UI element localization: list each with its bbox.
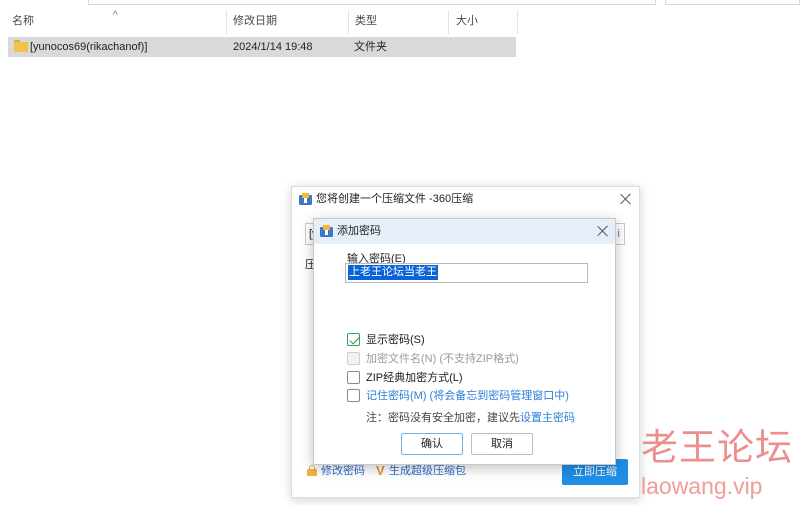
compress-dialog-titlebar[interactable]: 您将创建一个压缩文件 -360压缩 [292, 187, 639, 213]
sort-ascending-icon: ^ [113, 10, 118, 21]
checkbox-icon[interactable] [347, 389, 360, 402]
add-password-dialog: 添加密码 输入密码(E) 上老王论坛当老王 显示密码(S) 加密文件名(N) (… [313, 218, 616, 465]
column-divider[interactable] [517, 10, 518, 34]
zip-classic-label: ZIP经典加密方式(L) [366, 372, 463, 384]
search-box-edge [665, 0, 800, 5]
add-password-title: 添加密码 [337, 225, 381, 237]
file-type: 文件夹 [354, 41, 387, 53]
folder-icon [14, 40, 28, 52]
column-divider[interactable] [226, 10, 227, 34]
table-row[interactable]: [yunocos69(rikachanof)] 2024/1/14 19:48 … [8, 37, 516, 57]
app-icon [320, 225, 333, 237]
toolbar-remnant [0, 0, 800, 6]
lock-icon [307, 465, 317, 476]
browse-button[interactable]: i [618, 224, 620, 244]
checkbox-icon [347, 352, 360, 365]
security-note-text: 注：密码没有安全加密，建议先 [366, 412, 520, 424]
file-modified: 2024/1/14 19:48 [233, 41, 313, 53]
modify-password-link[interactable]: 修改密码 [321, 464, 365, 478]
close-icon[interactable] [595, 223, 611, 239]
column-size[interactable]: 大小 [456, 8, 478, 34]
app-icon [299, 193, 312, 205]
watermark-url: laowang.vip [641, 473, 763, 499]
password-input[interactable]: 上老王论坛当老王 [345, 263, 588, 283]
column-modified[interactable]: 修改日期 [233, 8, 277, 34]
security-note: 注：密码没有安全加密，建议先设置主密码 [366, 409, 575, 425]
file-name: [yunocos69(rikachanof)] [30, 41, 148, 53]
cancel-button[interactable]: 取消 [471, 433, 533, 455]
show-password-label: 显示密码(S) [366, 334, 425, 346]
column-divider[interactable] [448, 10, 449, 34]
column-type[interactable]: 类型 [355, 8, 377, 34]
compress-dialog-title: 您将创建一个压缩文件 -360压缩 [316, 193, 474, 205]
checkbox-icon[interactable] [347, 371, 360, 384]
column-name[interactable]: 名称 [12, 8, 34, 34]
encrypt-filenames-label: 加密文件名(N) (不支持ZIP格式) [366, 353, 519, 365]
super-package-link[interactable]: 生成超级压缩包 [389, 464, 466, 478]
close-icon[interactable] [618, 191, 634, 207]
checkbox-icon[interactable] [347, 333, 360, 346]
address-bar-edge [88, 0, 656, 5]
v-icon: V [376, 463, 385, 478]
set-master-password-link[interactable]: 设置主密码 [520, 412, 575, 424]
column-header: ^ 名称 修改日期 类型 大小 [0, 8, 520, 34]
add-password-titlebar[interactable]: 添加密码 [314, 219, 615, 244]
ok-button[interactable]: 确认 [401, 433, 463, 455]
column-divider[interactable] [348, 10, 349, 34]
remember-password-label: 记住密码(M) (将会备忘到密码管理窗口中) [366, 390, 569, 402]
password-value: 上老王论坛当老王 [348, 265, 438, 280]
watermark-text: 老王论坛 [641, 426, 793, 469]
